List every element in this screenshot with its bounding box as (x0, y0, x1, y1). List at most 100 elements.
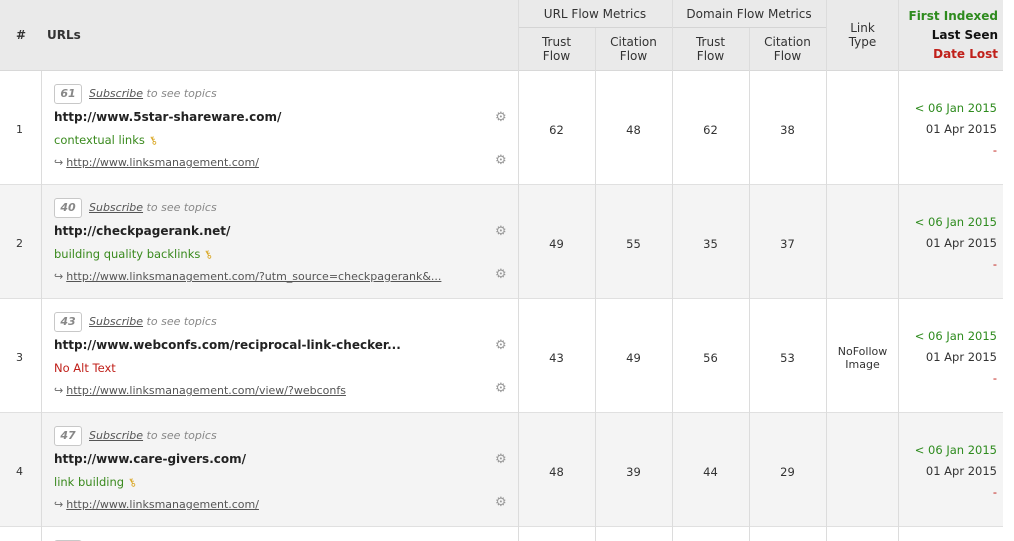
domain-trust-flow-value: 35 (703, 237, 718, 251)
last-seen-date: 01 Apr 2015 (925, 236, 997, 250)
topic-score-badge: 40 (54, 198, 82, 218)
column-divider (672, 0, 673, 541)
url-trust-flow-value: 62 (549, 123, 564, 137)
domain-citation-flow-value: 29 (780, 465, 795, 479)
domain-citation-flow-value: 38 (780, 123, 795, 137)
target-url-link[interactable]: http://www.linksmanagement.com/view/?web… (66, 384, 346, 397)
domain-citation-flow-value: 53 (780, 351, 795, 365)
gear-icon[interactable]: ⚙ (495, 154, 507, 167)
column-header-number: # (16, 28, 27, 42)
last-seen-date: 01 Apr 2015 (925, 464, 997, 478)
column-header-urls[interactable]: URLs (47, 28, 81, 42)
column-header-first-indexed[interactable]: First Indexed (909, 9, 999, 23)
target-url-link[interactable]: http://www.linksmanagement.com/?utm_sour… (66, 270, 441, 283)
date-lost-value: - (992, 485, 997, 499)
subscribe-suffix: to see topics (146, 429, 217, 442)
topic-score-badge: 61 (54, 84, 82, 104)
source-url-link[interactable]: http://www.care-givers.com/ (54, 452, 246, 466)
date-lost-value: - (992, 371, 997, 385)
subscribe-link[interactable]: Subscribe (89, 201, 143, 214)
subscribe-link[interactable]: Subscribe (89, 315, 143, 328)
url-citation-flow-value: 48 (626, 123, 641, 137)
url-flow-metrics-group: URL Flow Metrics (543, 7, 647, 21)
source-url-link[interactable]: http://www.webconfs.com/reciprocal-link-… (54, 338, 401, 352)
url-trust-flow-value: 48 (549, 465, 564, 479)
source-url-link[interactable]: http://checkpagerank.net/ (54, 224, 230, 238)
first-indexed-date: < 06 Jan 2015 (914, 101, 997, 115)
column-header-domain-citation-flow[interactable]: Citation Flow (749, 35, 826, 63)
link-type-value: NoFollow Image (837, 345, 888, 371)
date-lost-value: - (992, 143, 997, 157)
key-icon[interactable]: ⚷ (125, 475, 138, 490)
row-number: 4 (16, 465, 23, 478)
url-citation-flow-value: 49 (626, 351, 641, 365)
column-header-url-trust-flow[interactable]: Trust Flow (518, 35, 595, 63)
table-header: # URLs URL Flow Metrics Domain Flow Metr… (0, 0, 1003, 71)
anchor-text: link building⚷ (54, 475, 139, 490)
anchor-label: building quality backlinks (54, 247, 201, 261)
first-indexed-date: < 06 Jan 2015 (914, 215, 997, 229)
table-row: 1 61 Subscribe to see topics http://www.… (0, 71, 1003, 185)
anchor-label: link building (54, 475, 125, 489)
first-indexed-date: < 06 Jan 2015 (914, 329, 997, 343)
return-arrow-icon: ↪ (54, 498, 64, 511)
table-row: 3 43 Subscribe to see topics http://www.… (0, 299, 1003, 413)
return-arrow-icon: ↪ (54, 384, 64, 397)
target-url: ↪ http://www.linksmanagement.com/ (54, 156, 259, 169)
domain-trust-flow-value: 62 (703, 123, 718, 137)
domain-flow-metrics-group: Domain Flow Metrics (686, 7, 812, 21)
url-trust-flow-value: 49 (549, 237, 564, 251)
gear-icon[interactable]: ⚙ (495, 382, 507, 395)
gear-icon[interactable]: ⚙ (495, 268, 507, 281)
anchor-label: No Alt Text (54, 361, 116, 375)
table-row: 2 40 Subscribe to see topics http://chec… (0, 185, 1003, 299)
subscribe-suffix: to see topics (146, 87, 217, 100)
source-url-link[interactable]: http://www.5star-shareware.com/ (54, 110, 281, 124)
column-header-last-seen[interactable]: Last Seen (932, 28, 998, 42)
column-header-link-type[interactable]: Link Type (827, 21, 898, 49)
table-row: 4 47 Subscribe to see topics http://www.… (0, 413, 1003, 527)
column-divider (595, 28, 596, 541)
target-url-link[interactable]: http://www.linksmanagement.com/ (66, 156, 259, 169)
row-number: 2 (16, 237, 23, 250)
target-url: ↪ http://www.linksmanagement.com/view/?we… (54, 384, 346, 397)
column-divider (826, 0, 827, 541)
target-url-link[interactable]: http://www.linksmanagement.com/ (66, 498, 259, 511)
row-number: 3 (16, 351, 23, 364)
gear-icon[interactable]: ⚙ (495, 496, 507, 509)
last-seen-date: 01 Apr 2015 (925, 350, 997, 364)
gear-icon[interactable]: ⚙ (495, 453, 507, 466)
last-seen-date: 01 Apr 2015 (925, 122, 997, 136)
gear-icon[interactable]: ⚙ (495, 225, 507, 238)
column-divider (41, 71, 42, 541)
domain-citation-flow-value: 37 (780, 237, 795, 251)
column-header-date-lost[interactable]: Date Lost (933, 47, 998, 61)
column-header-url-citation-flow[interactable]: Citation Flow (595, 35, 672, 63)
key-icon[interactable]: ⚷ (146, 133, 159, 148)
anchor-text: contextual links⚷ (54, 133, 160, 148)
anchor-label: contextual links (54, 133, 145, 147)
url-citation-flow-value: 55 (626, 237, 641, 251)
subscribe-prompt: Subscribe to see topics (89, 87, 217, 100)
key-icon[interactable]: ⚷ (202, 247, 215, 262)
anchor-text: No Alt Text (54, 361, 116, 375)
url-trust-flow-value: 43 (549, 351, 564, 365)
target-url: ↪ http://www.linksmanagement.com/?utm_sou… (54, 270, 441, 283)
anchor-text: building quality backlinks⚷ (54, 247, 215, 262)
column-header-domain-trust-flow[interactable]: Trust Flow (672, 35, 749, 63)
gear-icon[interactable]: ⚙ (495, 339, 507, 352)
subscribe-link[interactable]: Subscribe (89, 429, 143, 442)
domain-trust-flow-value: 44 (703, 465, 718, 479)
column-divider (898, 0, 899, 541)
domain-trust-flow-value: 56 (703, 351, 718, 365)
gear-icon[interactable]: ⚙ (495, 111, 507, 124)
subscribe-suffix: to see topics (146, 315, 217, 328)
table-row-partial (0, 527, 1003, 541)
return-arrow-icon: ↪ (54, 270, 64, 283)
subscribe-prompt: Subscribe to see topics (89, 201, 217, 214)
row-number: 1 (16, 123, 23, 136)
subscribe-link[interactable]: Subscribe (89, 87, 143, 100)
column-divider (749, 28, 750, 541)
return-arrow-icon: ↪ (54, 156, 64, 169)
date-lost-value: - (992, 257, 997, 271)
